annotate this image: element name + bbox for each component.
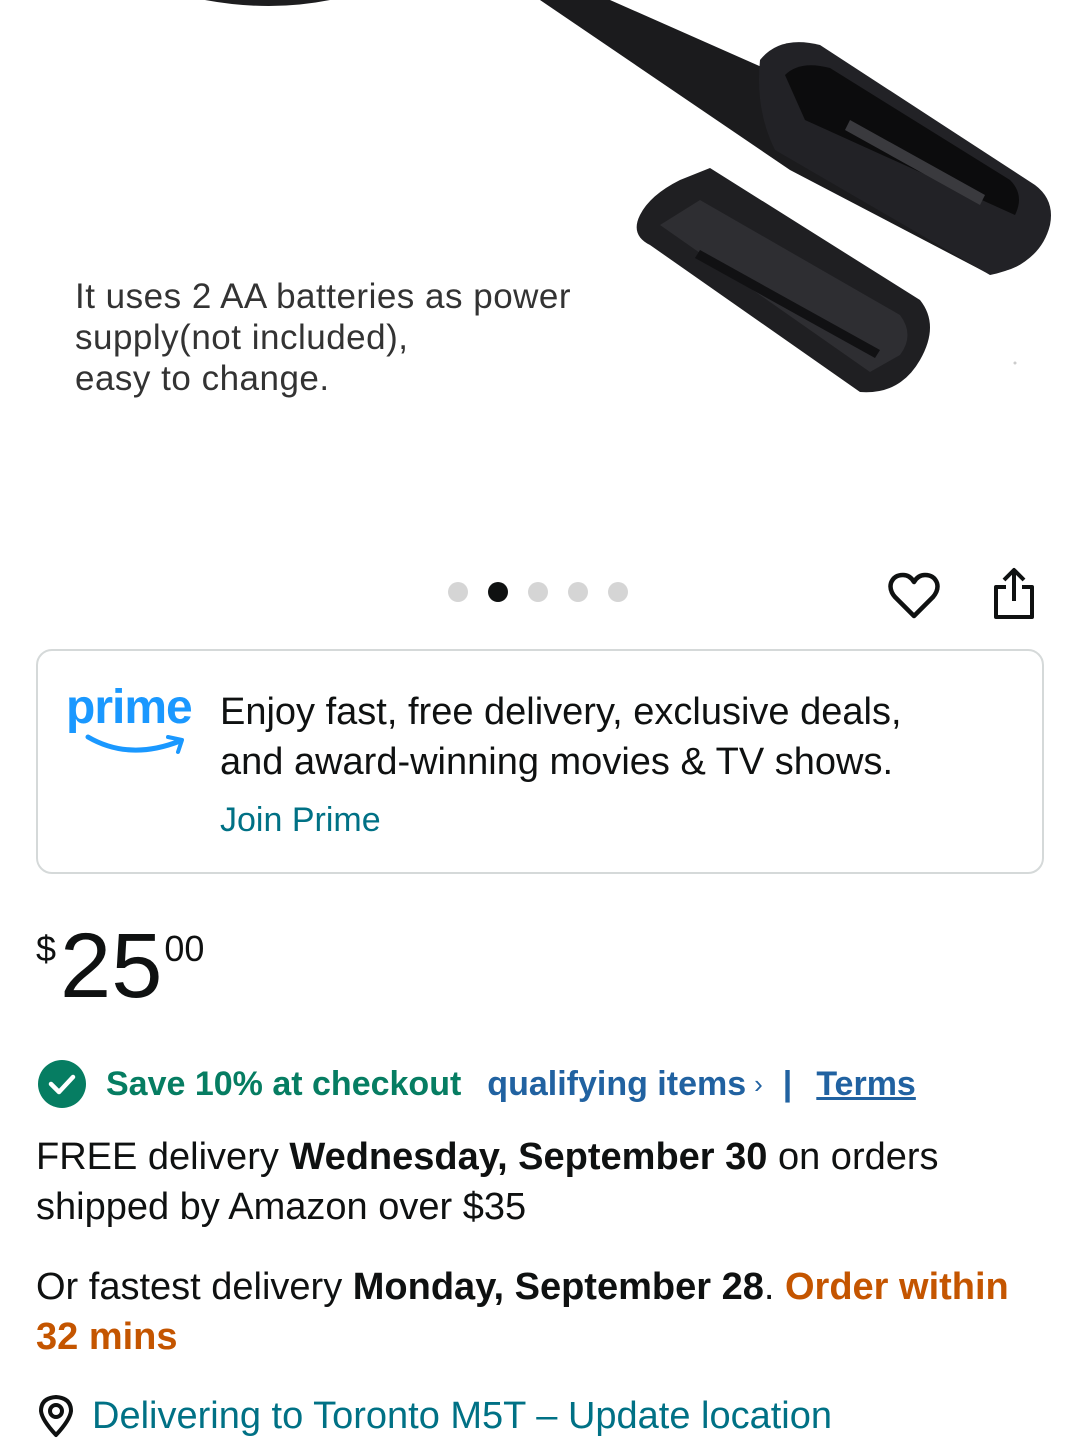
prime-line: and award-winning movies & TV shows.: [220, 741, 894, 783]
price-currency-symbol: $: [36, 928, 57, 969]
prime-promo-card: prime Enjoy fast, free delivery, exclusi…: [36, 649, 1044, 874]
fastest-period: .: [763, 1266, 785, 1308]
share-icon: [994, 568, 1034, 619]
coupon-promo-row: Save 10% at checkout qualifying items › …: [38, 1060, 916, 1108]
delivery-location-link[interactable]: Delivering to Toronto M5T – Update locat…: [36, 1392, 832, 1440]
prime-logo-text: prime: [66, 681, 193, 734]
prime-description: Enjoy fast, free delivery, exclusive dea…: [220, 687, 1020, 787]
caption-line: It uses 2 AA batteries as power: [75, 277, 572, 316]
product-price: $ 25 00: [36, 920, 204, 1012]
caption-line: easy to change.: [75, 359, 330, 398]
carousel-dot[interactable]: [608, 582, 628, 602]
free-delivery-message: FREE delivery Wednesday, September 30 on…: [36, 1132, 1046, 1232]
image-caption: It uses 2 AA batteries as power supply(n…: [75, 276, 635, 399]
delivery-prefix: FREE delivery: [36, 1136, 290, 1178]
carousel-dot[interactable]: [568, 582, 588, 602]
separator: |: [782, 1064, 793, 1103]
location-pin-icon: [36, 1392, 76, 1440]
delivery-date: Wednesday, September 30: [289, 1136, 768, 1178]
fastest-delivery-message: Or fastest delivery Monday, September 28…: [36, 1262, 1046, 1362]
qualifying-items-link[interactable]: qualifying items: [487, 1065, 746, 1104]
location-text: Delivering to Toronto M5T – Update locat…: [92, 1394, 833, 1437]
product-image[interactable]: It uses 2 AA batteries as power supply(n…: [0, 0, 1080, 560]
terms-link[interactable]: Terms: [816, 1065, 916, 1104]
caption-line: supply(not included),: [75, 318, 409, 357]
carousel-dot-active[interactable]: [488, 582, 508, 602]
chevron-right-icon: ›: [754, 1068, 763, 1099]
join-prime-link[interactable]: Join Prime: [220, 801, 381, 840]
carousel-dot[interactable]: [448, 582, 468, 602]
save-percent-text: Save 10% at checkout: [106, 1064, 462, 1103]
price-fraction: 00: [164, 928, 205, 969]
prime-line: Enjoy fast, free delivery, exclusive dea…: [220, 691, 902, 733]
share-button[interactable]: [984, 564, 1044, 624]
image-carousel-indicator: [448, 582, 628, 602]
fastest-date: Monday, September 28: [352, 1266, 764, 1308]
heart-icon: [888, 572, 940, 619]
prime-logo: prime: [66, 681, 204, 761]
carousel-dot[interactable]: [528, 582, 548, 602]
wishlist-button[interactable]: [884, 566, 944, 626]
fastest-prefix: Or fastest delivery: [36, 1266, 353, 1308]
prime-smile-icon: [85, 734, 184, 754]
price-whole: 25: [60, 915, 163, 1017]
check-circle-icon: [38, 1060, 86, 1108]
